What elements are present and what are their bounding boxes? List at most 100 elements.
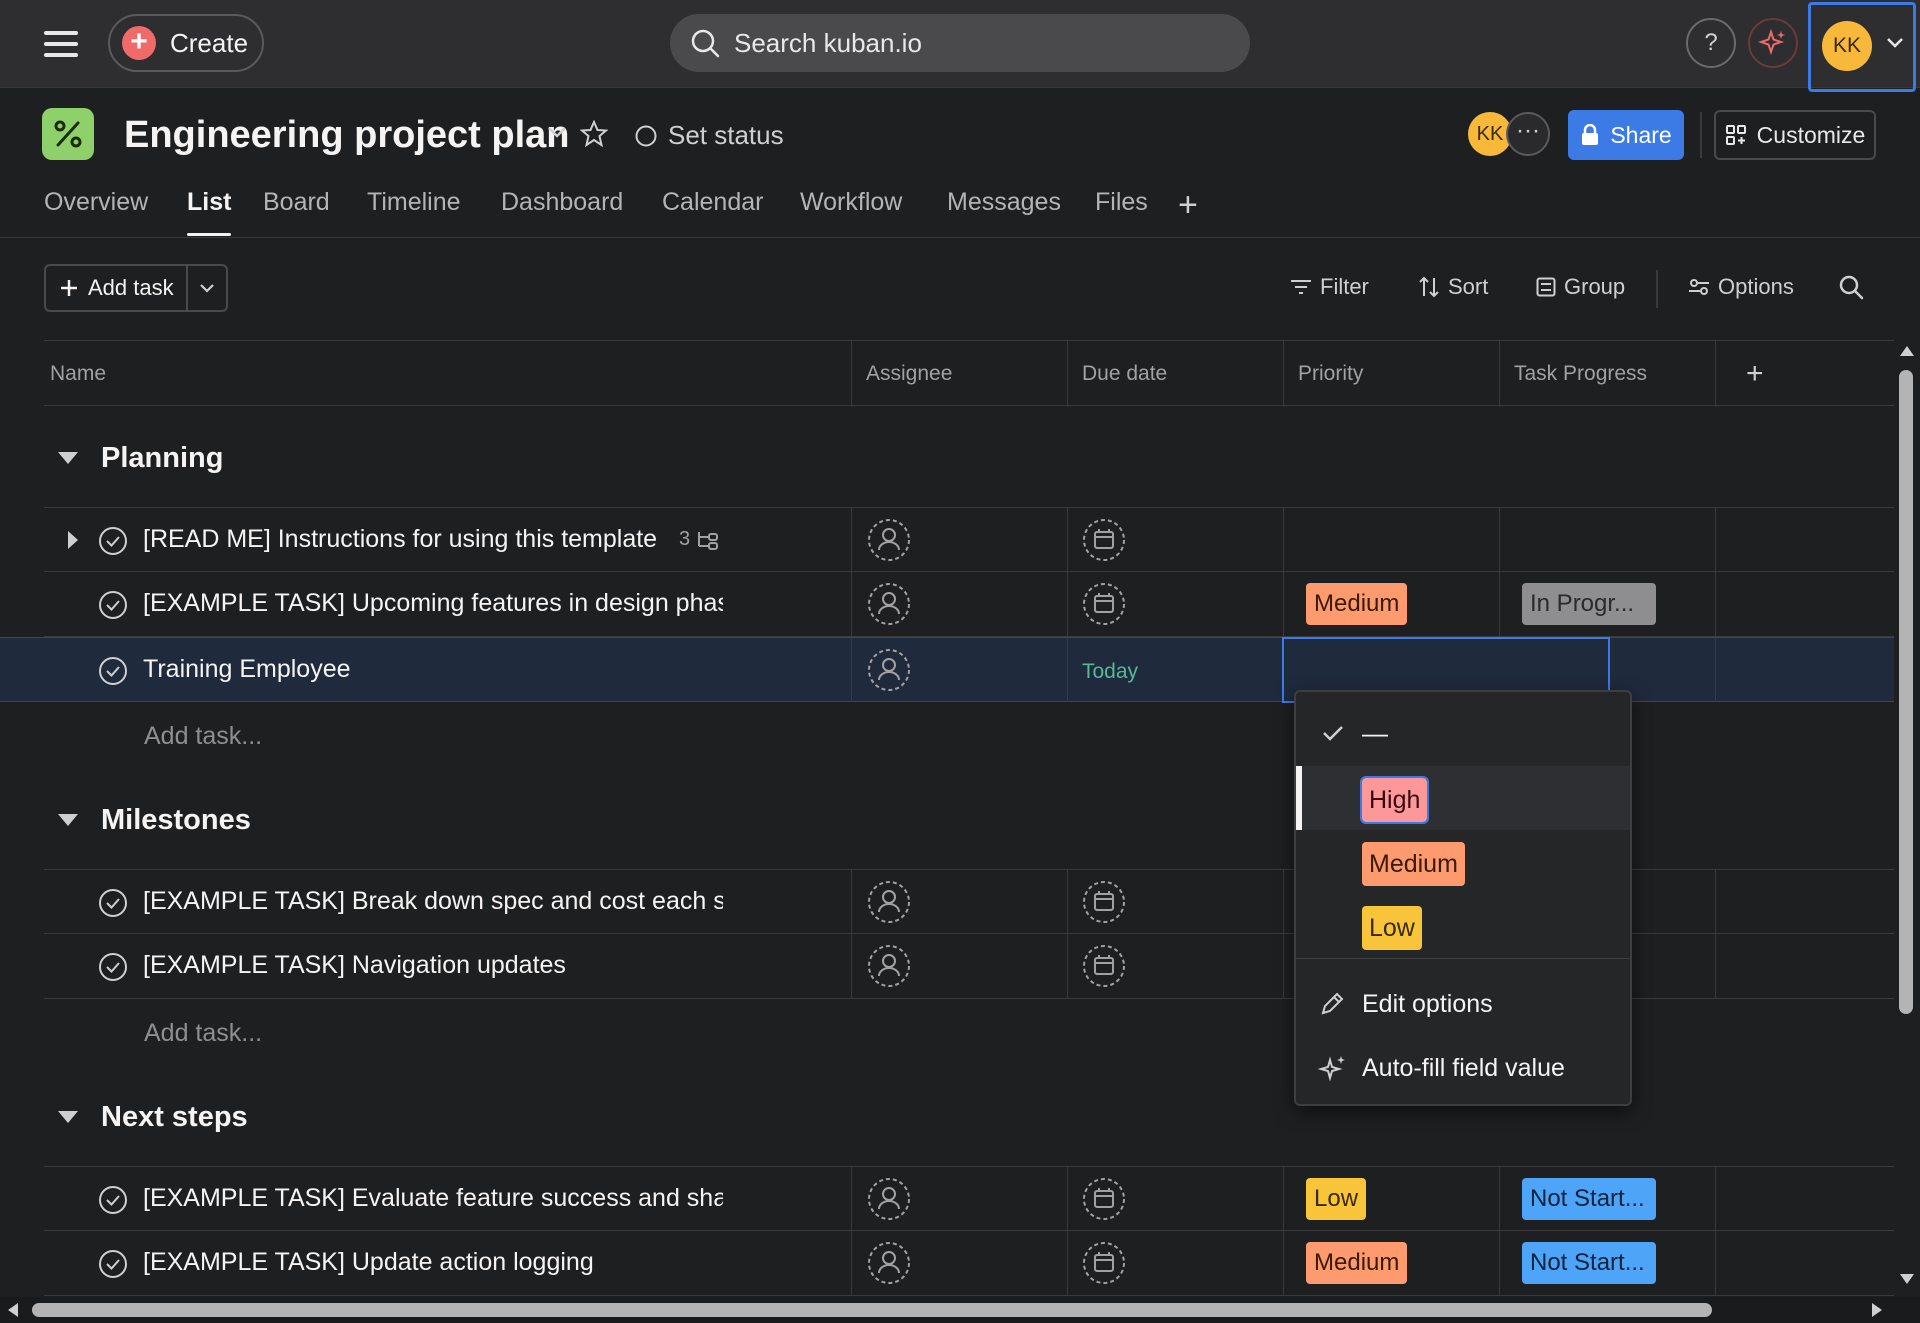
assignee-cell[interactable] [851, 1167, 1067, 1231]
add-column-button[interactable]: + [1715, 341, 1894, 407]
scroll-up-arrow-icon[interactable] [1900, 346, 1914, 356]
tab-messages[interactable]: Messages [947, 188, 1061, 236]
due-date-cell[interactable]: Today [1067, 638, 1283, 702]
assignee-cell[interactable] [851, 638, 1067, 702]
tab-dashboard[interactable]: Dashboard [501, 188, 623, 236]
due-date-cell[interactable] [1067, 1231, 1283, 1295]
priority-cell[interactable]: Medium [1283, 1231, 1499, 1295]
scroll-down-arrow-icon[interactable] [1900, 1274, 1914, 1284]
column-header-task-progress[interactable]: Task Progress [1499, 341, 1715, 407]
sort-button[interactable]: Sort [1418, 274, 1488, 300]
add-tab-button[interactable]: + [1178, 188, 1198, 222]
column-header-due-date[interactable]: Due date [1067, 341, 1283, 407]
assignee-cell[interactable] [851, 508, 1067, 572]
priority-cell[interactable]: Medium [1283, 572, 1499, 636]
scroll-left-arrow-icon[interactable] [8, 1303, 18, 1317]
section-header-planning[interactable]: Planning [44, 410, 1894, 510]
customize-button[interactable]: Customize [1714, 110, 1876, 160]
task-name[interactable]: [EXAMPLE TASK] Update action logging [143, 1248, 723, 1277]
caret-right-icon[interactable] [68, 531, 78, 549]
edit-options-button[interactable]: Edit options [1296, 972, 1630, 1036]
horizontal-scroll-thumb[interactable] [32, 1303, 1712, 1317]
tab-timeline[interactable]: Timeline [367, 188, 461, 236]
priority-option-medium[interactable]: Medium [1296, 830, 1630, 894]
sort-label: Sort [1448, 274, 1489, 299]
task-name[interactable]: [EXAMPLE TASK] Navigation updates [143, 951, 723, 980]
column-header-name[interactable]: Name [44, 341, 851, 407]
assignee-cell[interactable] [851, 572, 1067, 636]
vertical-scrollbar[interactable] [1894, 340, 1920, 1292]
filter-button[interactable]: Filter [1290, 274, 1369, 300]
check-circle-icon[interactable] [98, 952, 128, 982]
options-button[interactable]: Options [1688, 274, 1794, 300]
menu-icon[interactable] [40, 26, 82, 62]
check-circle-icon[interactable] [98, 1249, 128, 1279]
add-task-link[interactable]: Add task... [144, 1019, 262, 1048]
table-row[interactable]: [READ ME] Instructions for using this te… [44, 507, 1894, 572]
vertical-scroll-thumb[interactable] [1899, 370, 1913, 1014]
due-date-cell[interactable] [1067, 572, 1283, 636]
share-button[interactable]: Share [1568, 110, 1684, 160]
caret-down-icon[interactable] [58, 1111, 78, 1123]
due-date-cell[interactable] [1067, 934, 1283, 998]
check-circle-icon[interactable] [98, 1185, 128, 1215]
horizontal-scrollbar[interactable] [0, 1297, 1920, 1323]
priority-option-high[interactable]: High [1296, 766, 1630, 830]
add-task-button[interactable]: Add task [46, 266, 189, 310]
check-circle-icon[interactable] [98, 590, 128, 620]
subtask-count[interactable]: 3 [679, 528, 720, 551]
task-progress-cell[interactable]: In Progr... [1499, 572, 1715, 636]
due-date-cell[interactable] [1067, 508, 1283, 572]
tab-overview[interactable]: Overview [44, 188, 148, 236]
task-progress-cell[interactable] [1499, 508, 1715, 572]
priority-cell[interactable]: Low [1283, 1167, 1499, 1231]
profile-menu-button[interactable]: KK [1808, 2, 1916, 92]
task-progress-cell[interactable]: Not Start... [1499, 1167, 1715, 1231]
table-row[interactable]: [EXAMPLE TASK] Update action logging Med… [44, 1231, 1894, 1296]
set-status-button[interactable]: Set status [634, 120, 784, 151]
check-circle-icon[interactable] [98, 526, 128, 556]
assignee-cell[interactable] [851, 870, 1067, 934]
group-button[interactable]: Group [1536, 274, 1625, 300]
due-date-cell[interactable] [1067, 1167, 1283, 1231]
tab-list[interactable]: List [187, 188, 232, 236]
task-progress-cell[interactable]: Not Start... [1499, 1231, 1715, 1295]
task-name[interactable]: [READ ME] Instructions for using this te… [143, 525, 703, 554]
chevron-down-icon[interactable] [546, 124, 568, 140]
task-name[interactable]: [EXAMPLE TASK] Evaluate feature success … [143, 1184, 723, 1213]
tab-calendar[interactable]: Calendar [662, 188, 763, 236]
user-icon [868, 519, 910, 561]
tab-workflow[interactable]: Workflow [800, 188, 902, 236]
members-more-button[interactable]: ··· [1506, 112, 1550, 156]
task-name[interactable]: [EXAMPLE TASK] Break down spec and cost … [143, 887, 723, 916]
column-header-assignee[interactable]: Assignee [851, 341, 1067, 407]
add-task-dropdown-button[interactable] [188, 266, 226, 310]
user-icon [868, 583, 910, 625]
task-name[interactable]: Training Employee [143, 655, 703, 684]
star-icon[interactable] [580, 120, 608, 148]
caret-down-icon[interactable] [58, 814, 78, 826]
priority-option-low[interactable]: Low [1296, 894, 1630, 958]
add-task-link[interactable]: Add task... [144, 722, 262, 751]
table-row[interactable]: [EXAMPLE TASK] Upcoming features in desi… [44, 572, 1894, 637]
ai-assistant-button[interactable] [1748, 18, 1798, 68]
check-circle-icon[interactable] [98, 656, 128, 686]
create-button[interactable]: + Create [108, 14, 264, 72]
help-button[interactable]: ? [1686, 18, 1736, 68]
tab-files[interactable]: Files [1095, 188, 1148, 236]
scroll-right-arrow-icon[interactable] [1872, 1303, 1882, 1317]
tab-board[interactable]: Board [263, 188, 330, 236]
due-date-cell[interactable] [1067, 870, 1283, 934]
table-row[interactable]: [EXAMPLE TASK] Evaluate feature success … [44, 1166, 1894, 1231]
auto-fill-button[interactable]: Auto-fill field value [1296, 1036, 1630, 1100]
priority-cell[interactable] [1283, 508, 1499, 572]
priority-option-none[interactable]: — [1296, 702, 1630, 766]
assignee-cell[interactable] [851, 934, 1067, 998]
assignee-cell[interactable] [851, 1231, 1067, 1295]
check-circle-icon[interactable] [98, 888, 128, 918]
column-header-priority[interactable]: Priority [1283, 341, 1499, 407]
search-icon[interactable] [1838, 274, 1864, 300]
task-name[interactable]: [EXAMPLE TASK] Upcoming features in desi… [143, 589, 723, 618]
caret-down-icon[interactable] [58, 452, 78, 464]
search-input[interactable]: Search kuban.io [670, 14, 1250, 72]
